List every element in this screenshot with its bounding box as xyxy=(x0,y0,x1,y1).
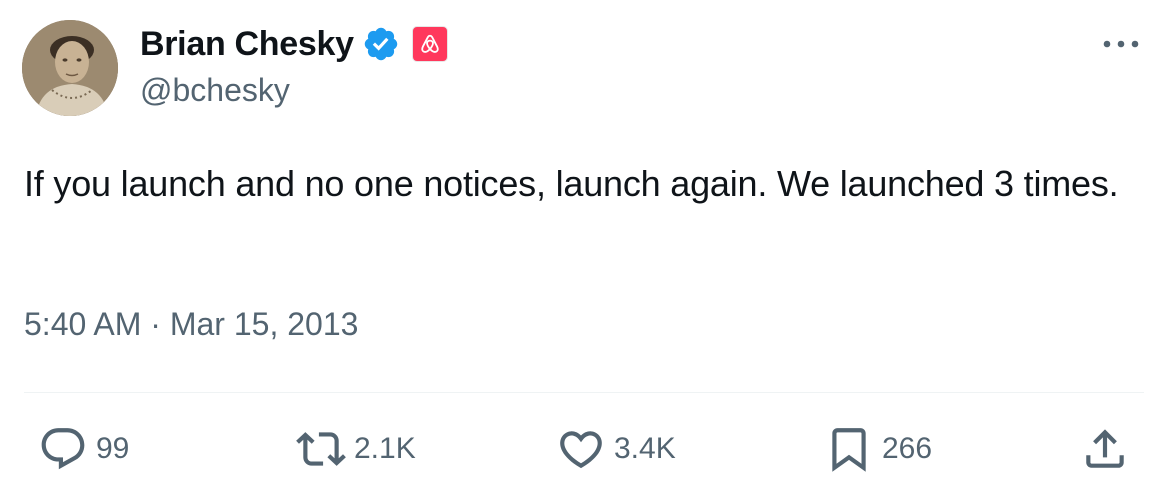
display-name[interactable]: Brian Chesky xyxy=(140,25,354,64)
airbnb-logo-icon[interactable] xyxy=(411,26,448,62)
reply-icon xyxy=(38,424,88,474)
retweet-button[interactable]: 2.1K xyxy=(296,424,416,474)
retweet-icon xyxy=(296,424,346,474)
like-button[interactable]: 3.4K xyxy=(556,424,676,474)
share-icon xyxy=(1080,424,1130,474)
bookmark-count: 266 xyxy=(882,432,933,465)
like-count: 3.4K xyxy=(614,432,676,465)
reply-count: 99 xyxy=(96,432,130,465)
share-button[interactable] xyxy=(1080,424,1130,474)
reply-button[interactable]: 99 xyxy=(38,424,129,474)
verified-badge-icon[interactable] xyxy=(362,25,400,63)
tweet-card: Brian Chesky @bchesky If you launch and … xyxy=(0,0,1168,502)
retweet-count: 2.1K xyxy=(354,432,416,465)
divider xyxy=(24,392,1144,393)
more-options-icon[interactable] xyxy=(1100,30,1142,58)
heart-icon xyxy=(556,424,606,474)
bookmark-icon xyxy=(824,424,874,474)
author-name-row: Brian Chesky xyxy=(140,22,448,66)
tweet-text: If you launch and no one notices, launch… xyxy=(24,163,1119,204)
tweet-timestamp[interactable]: 5:40 AM · Mar 15, 2013 xyxy=(24,306,358,343)
author-handle[interactable]: @bchesky xyxy=(140,72,290,109)
avatar[interactable] xyxy=(22,20,118,116)
bookmark-button[interactable]: 266 xyxy=(824,424,932,474)
